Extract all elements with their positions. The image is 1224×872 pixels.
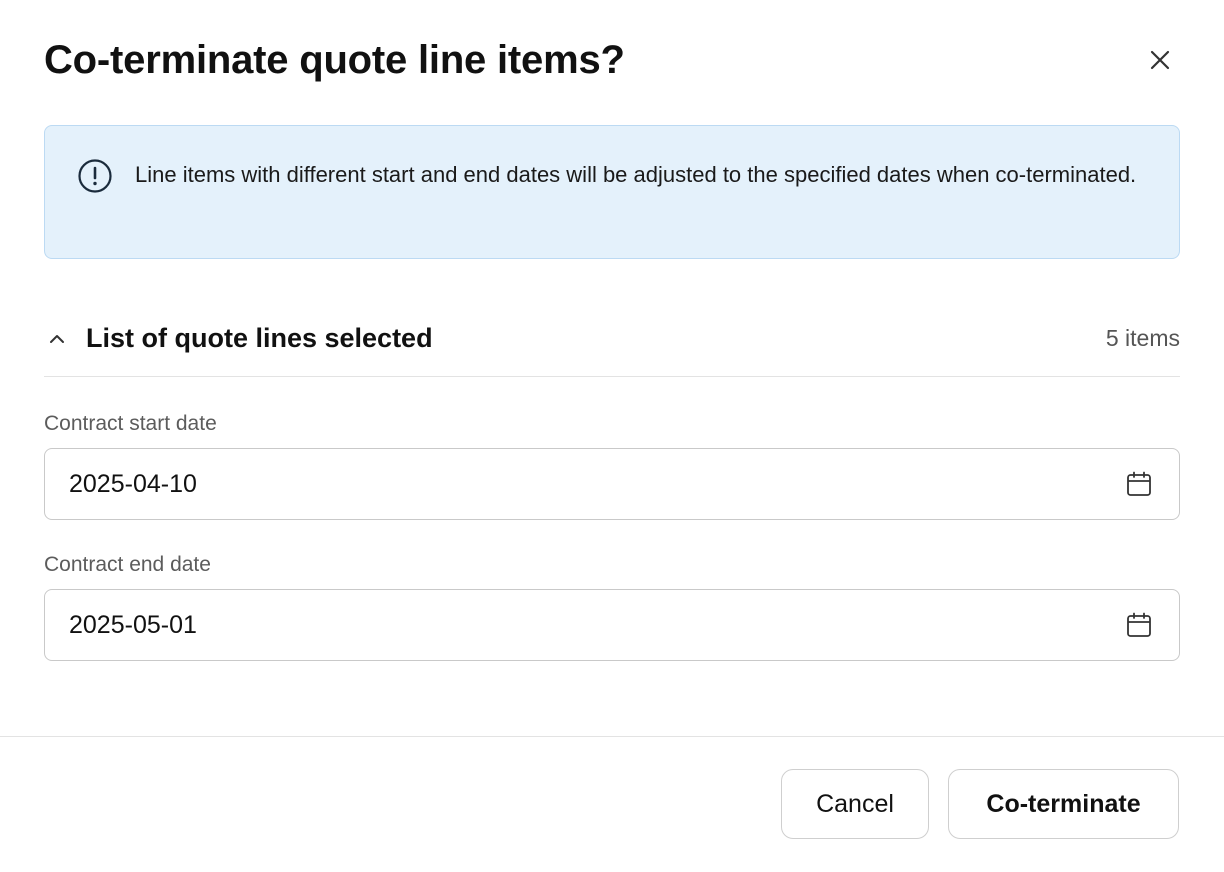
- collapse-toggle-button[interactable]: [44, 326, 70, 352]
- items-count: 5 items: [1105, 325, 1180, 351]
- dialog-header: Co-terminate quote line items?: [44, 36, 1180, 86]
- co-terminate-button[interactable]: Co-terminate: [948, 769, 1179, 839]
- co-terminate-dialog: Co-terminate quote line items? Line item…: [0, 0, 1224, 872]
- calendar-icon: [1127, 471, 1151, 496]
- start-date-calendar-button[interactable]: [1119, 464, 1159, 504]
- dialog-footer: Cancel Co-terminate: [0, 736, 1224, 872]
- end-date-field: [44, 589, 1180, 661]
- banner-message: Line items with different start and end …: [135, 162, 1137, 187]
- end-date-label: Contract end date: [44, 553, 211, 576]
- close-icon: [1150, 50, 1170, 70]
- end-date-calendar-button[interactable]: [1119, 605, 1159, 645]
- info-icon: [78, 159, 112, 193]
- info-banner: Line items with different start and end …: [44, 125, 1180, 259]
- section-title: List of quote lines selected: [86, 323, 433, 353]
- chevron-up-icon: [50, 335, 64, 343]
- end-date-input[interactable]: [45, 590, 1119, 660]
- start-date-label: Contract start date: [44, 412, 217, 435]
- close-button[interactable]: [1140, 40, 1180, 80]
- start-date-input[interactable]: [45, 449, 1119, 519]
- start-date-field: [44, 448, 1180, 520]
- cancel-button[interactable]: Cancel: [781, 769, 929, 839]
- dialog-title: Co-terminate quote line items?: [44, 38, 625, 82]
- calendar-icon: [1127, 612, 1151, 637]
- quote-lines-section-header: List of quote lines selected 5 items: [44, 316, 1180, 377]
